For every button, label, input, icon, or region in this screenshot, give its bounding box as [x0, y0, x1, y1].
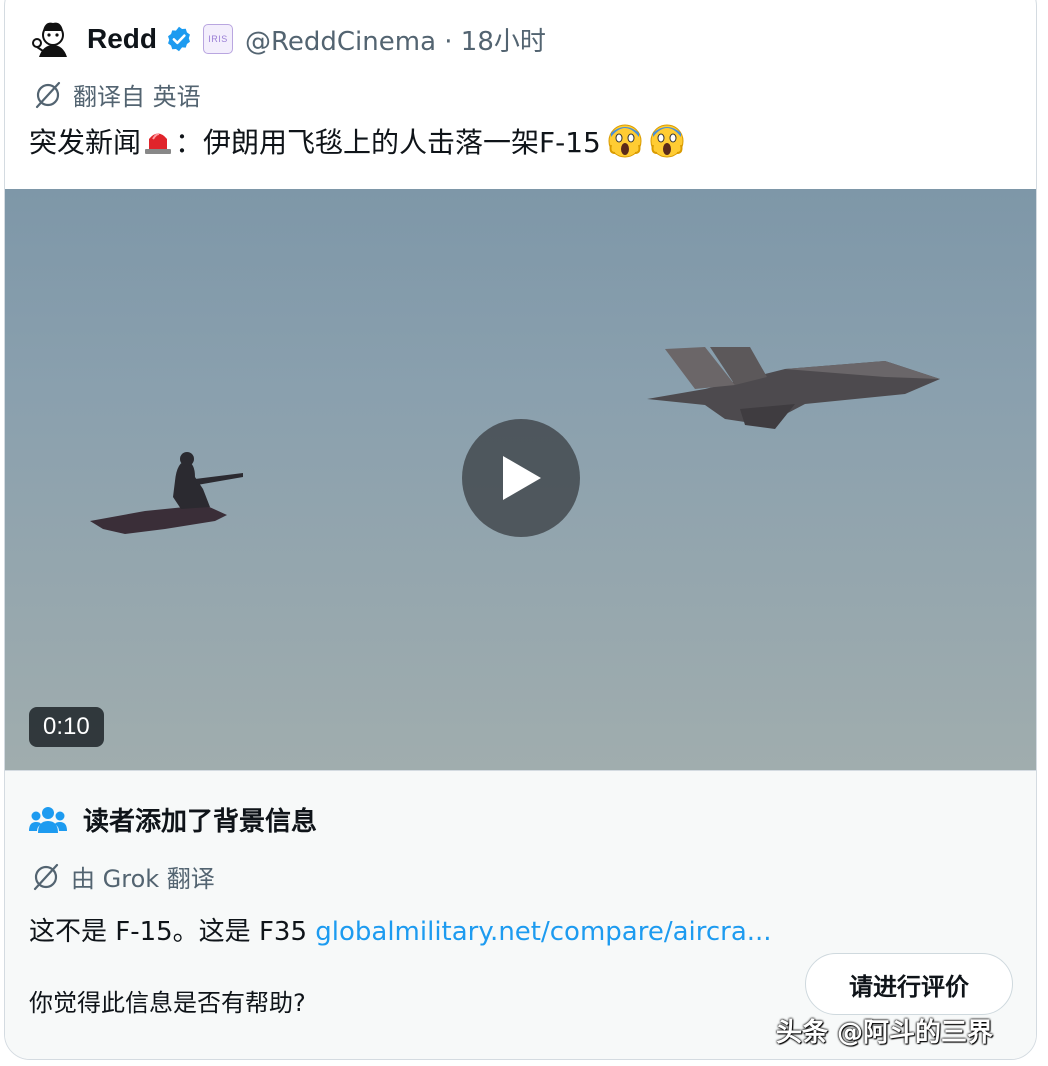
grok-translation-row[interactable]: 由 Grok 翻译 — [31, 859, 215, 894]
tweet-header: Redd IRIS @ReddCinema · 18小时 — [31, 17, 546, 61]
translated-from-row[interactable]: 翻译自 英语 — [33, 77, 201, 112]
translated-from-label: 翻译自 英语 — [73, 83, 201, 111]
play-icon — [503, 456, 541, 500]
affiliate-badge[interactable]: IRIS — [203, 24, 233, 54]
tweet-text-main: 突发新闻 — [29, 126, 142, 159]
scream-emoji-icon — [607, 123, 643, 159]
tweet-card[interactable]: Redd IRIS @ReddCinema · 18小时 翻译自 英语 突发新闻… — [4, 0, 1037, 1060]
watermark: 头条 @阿斗的三界 — [776, 1018, 994, 1048]
people-icon — [29, 806, 67, 833]
avatar[interactable] — [31, 17, 75, 61]
verified-badge-icon — [165, 25, 193, 53]
translate-icon — [33, 863, 59, 890]
cartoon-avatar-icon — [32, 22, 67, 57]
handle-and-time[interactable]: @ReddCinema · 18小时 — [245, 21, 546, 58]
siren-emoji-icon — [143, 127, 173, 155]
helpful-question: 你觉得此信息是否有帮助? — [29, 989, 306, 1017]
rate-it-button[interactable]: 请进行评价 — [805, 953, 1013, 1015]
display-name[interactable]: Redd — [87, 23, 157, 55]
video-duration: 0:10 — [29, 707, 104, 747]
video-player[interactable]: 0:10 — [5, 189, 1036, 771]
community-note-link[interactable]: globalmilitary.net/compare/aircra... — [315, 917, 771, 947]
play-button[interactable] — [462, 419, 580, 537]
translate-icon — [35, 81, 61, 108]
community-note-text: 这不是 F-15。这是 F35 globalmilitary.net/compa… — [29, 911, 772, 948]
grok-translation-label: 由 Grok 翻译 — [71, 865, 215, 893]
tweet-text-rest: ：伊朗用飞毯上的人击落一架F-15 — [175, 126, 601, 159]
tweet-text: 突发新闻 ：伊朗用飞毯上的人击落一架F-15 — [29, 121, 685, 161]
community-note-title: 读者添加了背景信息 — [83, 807, 318, 837]
flying-carpet-image — [90, 452, 243, 534]
fighter-jet-image — [647, 347, 940, 429]
community-note-body: 这不是 F-15。这是 F35 — [29, 917, 316, 947]
community-note-header: 读者添加了背景信息 — [29, 801, 317, 838]
scream-emoji-icon — [649, 123, 685, 159]
